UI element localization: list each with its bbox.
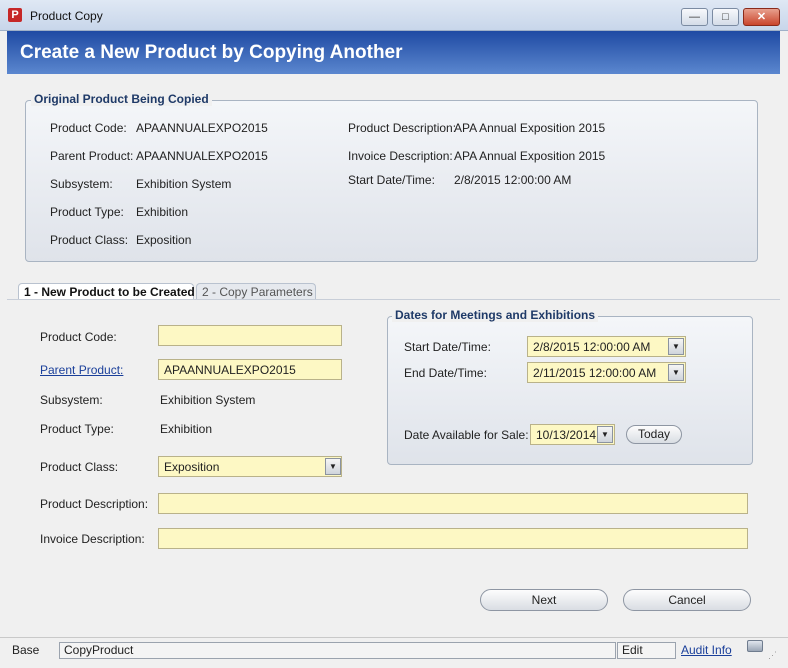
next-button[interactable]: Next [480, 589, 608, 611]
start-datetime-input[interactable]: 2/8/2015 12:00:00 AM [527, 336, 686, 357]
today-button[interactable]: Today [626, 425, 682, 444]
status-base: Base [12, 643, 40, 657]
product-code-label: Product Code: [40, 330, 117, 344]
chevron-down-icon[interactable]: ▼ [668, 338, 684, 355]
parent-product-link[interactable]: Parent Product: [40, 363, 123, 377]
tab-divider [7, 299, 780, 300]
subsystem-label: Subsystem: [40, 393, 103, 407]
original-invoice-description-value: APA Annual Exposition 2015 [454, 149, 606, 163]
start-datetime-value: 2/8/2015 12:00:00 AM [533, 340, 651, 354]
available-for-sale-label: Date Available for Sale: [404, 428, 529, 442]
page-title: Create a New Product by Copying Another [20, 42, 403, 63]
window-title: Product Copy [30, 9, 103, 23]
audit-info-link[interactable]: Audit Info [681, 643, 732, 657]
end-datetime-input[interactable]: 2/11/2015 12:00:00 AM [527, 362, 686, 383]
window-titlebar[interactable]: P Product Copy — □ ✕ [0, 0, 788, 31]
original-product-code-value: APAANNUALEXPO2015 [136, 121, 268, 135]
end-datetime-label: End Date/Time: [404, 366, 487, 380]
maximize-button[interactable]: □ [712, 8, 739, 26]
invoice-description-label: Invoice Description: [40, 532, 145, 546]
product-type-value: Exhibition [160, 422, 213, 436]
resize-grip-icon[interactable]: ⋰ [768, 648, 782, 662]
original-invoice-description-label: Invoice Description: [348, 149, 453, 163]
original-product-legend: Original Product Being Copied [31, 92, 212, 106]
original-subsystem-value: Exhibition System [136, 177, 232, 191]
page-header: Create a New Product by Copying Another [7, 31, 780, 74]
original-start-datetime-value: 2/8/2015 12:00:00 AM [454, 173, 572, 187]
tab-copy-parameters[interactable]: 2 - Copy Parameters [196, 283, 316, 300]
product-description-input[interactable] [158, 493, 748, 514]
original-parent-product-value: APAANNUALEXPO2015 [136, 149, 268, 163]
available-for-sale-value: 10/13/2014 [536, 428, 597, 442]
chevron-down-icon[interactable]: ▼ [597, 426, 613, 443]
original-product-class-value: Exposition [136, 233, 192, 247]
product-type-label: Product Type: [40, 422, 114, 436]
chevron-down-icon[interactable]: ▼ [668, 364, 684, 381]
original-product-type-label: Product Type: [50, 205, 124, 219]
close-button[interactable]: ✕ [743, 8, 780, 26]
original-product-description-label: Product Description: [348, 121, 457, 135]
original-product-code-label: Product Code: [50, 121, 127, 135]
original-start-datetime-label: Start Date/Time: [348, 173, 435, 187]
product-class-selected: Exposition [164, 460, 220, 474]
parent-product-input[interactable]: APAANNUALEXPO2015 [158, 359, 342, 380]
original-parent-product-label: Parent Product: [50, 149, 134, 163]
status-mode: Edit [617, 642, 676, 659]
original-subsystem-label: Subsystem: [50, 177, 113, 191]
status-bar: Base CopyProduct Edit Audit Info ⋰ [0, 637, 788, 668]
product-class-select[interactable]: Exposition [158, 456, 342, 477]
invoice-description-input[interactable] [158, 528, 748, 549]
original-product-description-value: APA Annual Exposition 2015 [454, 121, 606, 135]
original-product-class-label: Product Class: [50, 233, 129, 247]
dates-legend: Dates for Meetings and Exhibitions [392, 308, 599, 322]
original-product-type-value: Exhibition [136, 205, 189, 219]
product-description-label: Product Description: [40, 497, 149, 511]
chevron-down-icon[interactable]: ▼ [325, 458, 341, 475]
status-form-name: CopyProduct [59, 642, 616, 659]
minimize-button[interactable]: — [681, 8, 708, 26]
printer-icon[interactable] [747, 640, 763, 652]
product-code-input[interactable] [158, 325, 342, 346]
cancel-button[interactable]: Cancel [623, 589, 751, 611]
start-datetime-label: Start Date/Time: [404, 340, 491, 354]
product-class-label: Product Class: [40, 460, 119, 474]
tab-new-product[interactable]: 1 - New Product to be Created [18, 283, 195, 300]
product-logo-icon: P [8, 8, 22, 22]
subsystem-value: Exhibition System [160, 393, 256, 407]
end-datetime-value: 2/11/2015 12:00:00 AM [533, 366, 657, 380]
